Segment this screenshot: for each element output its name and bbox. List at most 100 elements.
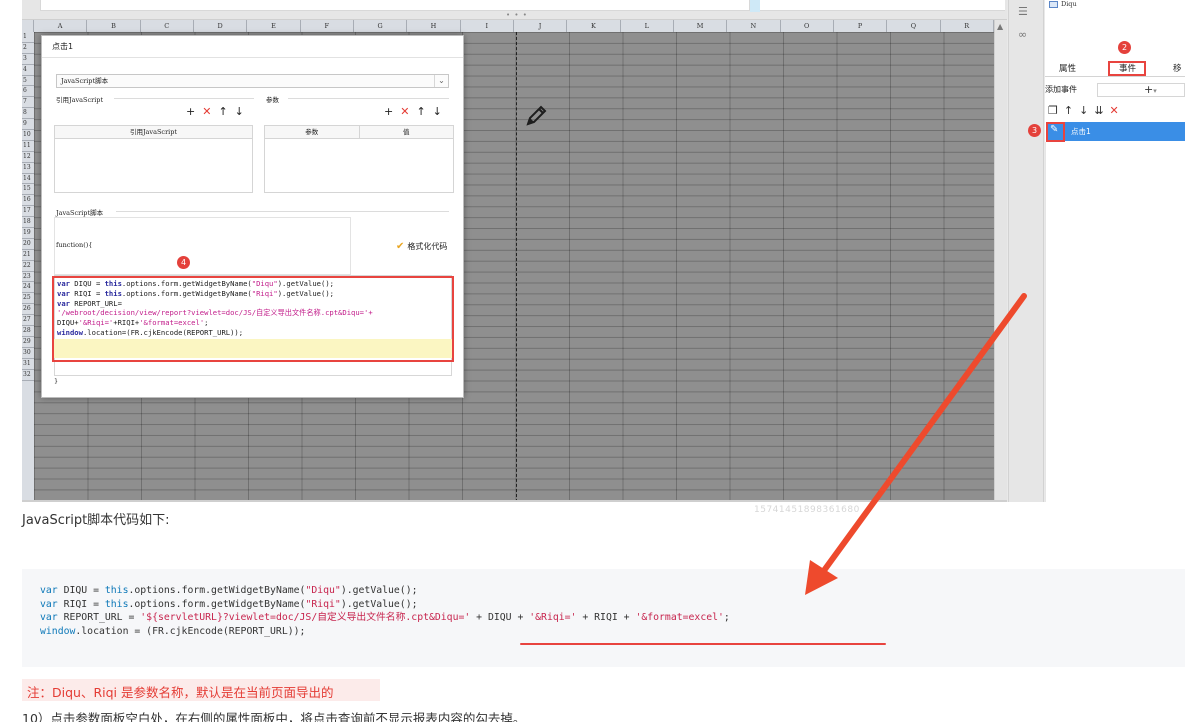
scroll-up-icon[interactable]: ▲ (997, 22, 1003, 31)
event-type-select[interactable]: JavaScript脚本 ⌄ (56, 74, 449, 88)
column-header-a[interactable]: A (34, 20, 88, 32)
column-header-i[interactable]: I (461, 20, 514, 32)
chevron-down-icon[interactable]: ⌄ (434, 75, 448, 87)
parameter-pane-edge (40, 0, 750, 11)
tab-move[interactable]: 移 (1173, 62, 1182, 74)
row-header-19[interactable]: 19 (22, 228, 34, 239)
corner-cell[interactable] (22, 20, 34, 32)
section-divider (114, 98, 254, 99)
row-header-1[interactable]: 1 (22, 32, 34, 43)
delete-icon[interactable]: ✕ (400, 106, 409, 118)
row-header-6[interactable]: 6 (22, 86, 34, 98)
column-header-f[interactable]: F (301, 20, 354, 32)
row-header-10[interactable]: 10 (22, 130, 34, 141)
column-header-j[interactable]: J (514, 20, 568, 32)
add-icon[interactable]: + (186, 106, 195, 118)
copy-icon[interactable]: ❐ (1048, 104, 1058, 118)
event-list-item[interactable] (1046, 122, 1185, 141)
row-header-26[interactable]: 26 (22, 304, 34, 316)
arrow-down-icon[interactable]: ↓ (1079, 104, 1088, 118)
tab-properties[interactable]: 属性 (1059, 62, 1076, 74)
arrow-up-icon[interactable]: ↑ (218, 106, 227, 118)
designer-screenshot: • • • ABCDEFGHIJKLMNOPQR 1 2 3 4 5 6 7 8 9 10 11 12… (0, 0, 1185, 502)
highlight-box-events-tab (1108, 61, 1146, 76)
row-header-29[interactable]: 29 (22, 337, 34, 348)
row-header-22[interactable]: 22 (22, 261, 34, 272)
arrow-down-icon[interactable]: ↓ (433, 106, 442, 118)
column-header-l[interactable]: L (621, 20, 674, 32)
column-header-g[interactable]: G (354, 20, 408, 32)
row-header: 1 2 3 4 5 6 7 8 9 10 11 12 13 14 15 16 17 18 19 20 21 22 23 24 2… (22, 32, 34, 500)
code-block-text[interactable]: var DIQU = this.options.form.getWidgetBy… (40, 584, 730, 639)
row-header-14[interactable]: 14 (22, 174, 34, 185)
article-caption: JavaScript脚本代码如下: (22, 513, 170, 528)
dialog-title: 点击1 (52, 42, 74, 51)
widget-tree-item[interactable]: Diqu (1049, 0, 1077, 8)
column-header-o[interactable]: O (781, 20, 834, 32)
column-header-m[interactable]: M (674, 20, 728, 32)
row-header-30[interactable]: 30 (22, 348, 34, 359)
column-header-r[interactable]: R (941, 20, 994, 32)
row-header-2[interactable]: 2 (22, 43, 34, 54)
row-header-4[interactable]: 4 (22, 65, 34, 76)
pane-resize-handle[interactable]: • • • (506, 11, 528, 19)
column-header-q[interactable]: Q (887, 20, 941, 32)
arrow-up-icon[interactable]: ↑ (1064, 104, 1073, 118)
ref-js-toolbar: + ✕ ↑ ↓ (186, 106, 244, 118)
param-table[interactable]: 参数 值 (264, 125, 454, 193)
row-header-15[interactable]: 15 (22, 184, 34, 196)
link-icon[interactable]: ∞ (1018, 28, 1027, 41)
section-divider (116, 211, 449, 212)
delete-icon[interactable]: ✕ (1110, 104, 1119, 118)
row-header-23[interactable]: 23 (22, 272, 34, 283)
column-header-p[interactable]: P (834, 20, 888, 32)
row-header-12[interactable]: 12 (22, 152, 34, 163)
highlight-box-code (52, 276, 454, 362)
step-badge-3: 3 (1028, 124, 1041, 137)
ref-js-table[interactable]: 引用JavaScript (54, 125, 253, 193)
row-header-3[interactable]: 3 (22, 54, 34, 65)
row-header-31[interactable]: 31 (22, 359, 34, 370)
page: • • • ABCDEFGHIJKLMNOPQR 1 2 3 4 5 6 7 8 9 10 11 12… (0, 0, 1185, 722)
param-section-label: 参数 (266, 96, 279, 104)
row-header-18[interactable]: 18 (22, 217, 34, 229)
column-header-h[interactable]: H (407, 20, 461, 32)
row-header-21[interactable]: 21 (22, 250, 34, 261)
row-header-28[interactable]: 28 (22, 326, 34, 337)
row-header-16[interactable]: 16 (22, 195, 34, 207)
pencil-icon (526, 105, 547, 126)
row-header-5[interactable]: 5 (22, 76, 34, 87)
ref-js-section-label: 引用JavaScript (56, 96, 104, 104)
format-code-button[interactable]: ✔ 格式化代码 (396, 241, 447, 252)
column-header-b[interactable]: B (87, 20, 141, 32)
add-event-dropdown[interactable]: +▾ (1097, 83, 1185, 97)
layers-icon[interactable]: ☰ (1018, 5, 1028, 18)
row-header-27[interactable]: 27 (22, 315, 34, 327)
add-icon[interactable]: + (384, 106, 393, 118)
row-header-25[interactable]: 25 (22, 293, 34, 305)
column-header-c[interactable]: C (141, 20, 194, 32)
delete-icon[interactable]: ✕ (202, 106, 211, 118)
row-header-24[interactable]: 24 (22, 282, 34, 294)
row-header-11[interactable]: 11 (22, 141, 34, 152)
column-header-k[interactable]: K (567, 20, 621, 32)
function-close: } (54, 377, 59, 385)
vertical-scrollbar[interactable]: ▲ (994, 20, 1007, 500)
event-item-label: 点击1 (1071, 127, 1091, 136)
column-header-e[interactable]: E (247, 20, 301, 32)
row-header-20[interactable]: 20 (22, 239, 34, 250)
arrow-up-icon[interactable]: ↑ (416, 106, 425, 118)
arrow-down-icon[interactable]: ↓ (235, 106, 244, 118)
parameter-pane-divider (750, 0, 760, 12)
function-open: function(){ (56, 241, 93, 249)
row-header-7[interactable]: 7 (22, 97, 34, 109)
row-header-13[interactable]: 13 (22, 163, 34, 174)
row-header-9[interactable]: 9 (22, 119, 34, 131)
row-header-8[interactable]: 8 (22, 108, 34, 120)
column-header-n[interactable]: N (727, 20, 781, 32)
move-bottom-icon[interactable]: ⇊ (1094, 104, 1103, 118)
column-header: ABCDEFGHIJKLMNOPQR (22, 20, 994, 32)
column-header-d[interactable]: D (194, 20, 248, 32)
row-header-32[interactable]: 32 (22, 370, 34, 381)
row-header-17[interactable]: 17 (22, 206, 34, 218)
